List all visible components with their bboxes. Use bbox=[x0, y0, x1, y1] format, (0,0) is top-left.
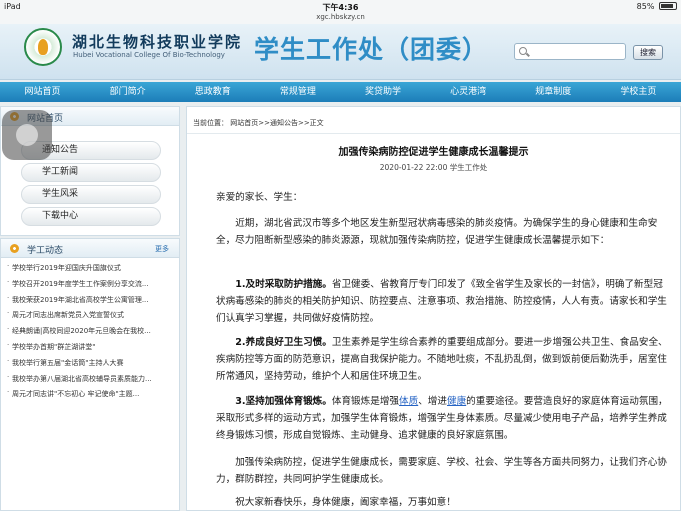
bullet-icon bbox=[10, 244, 19, 253]
nav-home[interactable]: 网站首页 bbox=[0, 82, 85, 102]
search-input[interactable] bbox=[514, 43, 626, 60]
divider bbox=[187, 133, 680, 134]
article-meta: 2020-01-22 22:00 学生工作处 bbox=[379, 163, 488, 172]
battery-indicator: 85% bbox=[637, 2, 677, 11]
paragraph-3-text-b: 、增进 bbox=[418, 396, 447, 407]
paragraph-3-text-a: 体育锻炼是增强 bbox=[331, 396, 400, 407]
site-header: 湖北生物科技职业学院 Hubei Vocational College Of B… bbox=[0, 24, 681, 80]
paragraph-3-heading: 3.坚持加强体育锻炼。 bbox=[235, 396, 332, 407]
list-item[interactable]: 我校举行第五届"金话筒"主持人大赛 bbox=[7, 358, 177, 374]
news-list: 学校举行2019年迎国庆升国旗仪式 学校召开2019年度学生工作案例分享交流..… bbox=[7, 263, 177, 405]
paragraph-4: 加强传染病防控，促进学生健康成长，需要家庭、学校、社会、学生等各方面共同努力，让… bbox=[216, 457, 667, 485]
link-health[interactable]: 健康 bbox=[447, 396, 466, 407]
list-item[interactable]: 我校荣获2019年湖北省高校学生公寓管理... bbox=[7, 295, 177, 311]
nav-aid[interactable]: 奖贷助学 bbox=[341, 82, 426, 102]
breadcrumb[interactable]: 当前位置： 网站首页>>通知公告>>正文 bbox=[193, 118, 324, 128]
battery-icon bbox=[659, 2, 677, 10]
nav-school-home[interactable]: 学校主页 bbox=[596, 82, 681, 102]
school-logo-icon[interactable] bbox=[24, 28, 62, 66]
list-item[interactable]: 学校举办首期"群芷湖讲堂" bbox=[7, 342, 177, 358]
sidebar-item-downloads[interactable]: 下载中心 bbox=[21, 207, 161, 226]
main-nav: 网站首页 部门简介 思政教育 常规管理 奖贷助学 心灵港湾 规章制度 学校主页 bbox=[0, 82, 681, 102]
school-name: 湖北生物科技职业学院 bbox=[72, 33, 243, 51]
sidebar-item-news[interactable]: 学工新闻 bbox=[21, 163, 161, 182]
greeting: 亲爱的家长、学生： bbox=[216, 192, 303, 203]
school-name-en: Hubei Vocational College Of Bio-Technolo… bbox=[73, 51, 225, 59]
closing-line: 祝大家新春快乐，身体健康，阖家幸福，万事如意！ bbox=[235, 497, 456, 508]
intro-paragraph: 近期，湖北省武汉市等多个地区发生新型冠状病毒感染的肺炎疫情。为确保学生的身心健康… bbox=[216, 218, 658, 246]
sidebar: 网站首页 通知公告 学工新闻 学生风采 下载中心 学工动态 更多 学校举行201… bbox=[0, 106, 180, 511]
more-link[interactable]: 更多 bbox=[155, 244, 169, 254]
nav-regulations[interactable]: 规章制度 bbox=[511, 82, 596, 102]
list-item[interactable]: 我校举办第八届湖北省高校辅导员素质能力... bbox=[7, 374, 177, 390]
search-icon bbox=[519, 47, 527, 55]
nav-management[interactable]: 常规管理 bbox=[255, 82, 340, 102]
news-box: 学工动态 更多 学校举行2019年迎国庆升国旗仪式 学校召开2019年度学生工作… bbox=[0, 238, 180, 511]
battery-percent: 85% bbox=[636, 2, 655, 11]
nav-about[interactable]: 部门简介 bbox=[85, 82, 170, 102]
list-item[interactable]: 周元才同志出席新党员入党宣誓仪式 bbox=[7, 310, 177, 326]
sidebar-item-showcase[interactable]: 学生风采 bbox=[21, 185, 161, 204]
news-box-header: 学工动态 更多 bbox=[1, 239, 179, 258]
news-box-title: 学工动态 bbox=[27, 246, 64, 256]
clock: 下午4:36 bbox=[322, 3, 359, 12]
list-item[interactable]: 经典朗诵|高校同迎2020年元旦晚会在我校... bbox=[7, 326, 177, 342]
paragraph-1-heading: 1.及时采取防护措施。 bbox=[235, 279, 332, 290]
article-panel: 当前位置： 网站首页>>通知公告>>正文 加强传染病防控促进学生健康成长温馨提示… bbox=[186, 106, 681, 511]
department-title: 学生工作处（团委） bbox=[254, 35, 489, 64]
paragraph-1: 1.及时采取防护措施。省卫健委、省教育厅专门印发了《致全省学生及家长的一封信》，… bbox=[216, 276, 668, 327]
list-item[interactable]: 学校召开2019年度学生工作案例分享交流... bbox=[7, 279, 177, 295]
assistive-touch-button[interactable] bbox=[2, 110, 52, 160]
nav-psychology[interactable]: 心灵港湾 bbox=[426, 82, 511, 102]
paragraph-2: 2.养成良好卫生习惯。卫生素养是学生综合素养的重要组成部分。要进一步增强公共卫生… bbox=[216, 334, 668, 385]
list-item[interactable]: 学校举行2019年迎国庆升国旗仪式 bbox=[7, 263, 177, 279]
page-title: 加强传染病防控促进学生健康成长温馨提示 bbox=[338, 147, 529, 158]
paragraph-3: 3.坚持加强体育锻炼。体育锻炼是增强体质、增进健康的重要途径。要营造良好的家庭体… bbox=[216, 393, 668, 444]
link-physique[interactable]: 体质 bbox=[399, 396, 418, 407]
ios-status-bar: iPad 下午4:36 xgc.hbskzy.cn 85% bbox=[0, 0, 681, 24]
list-item[interactable]: 周元才同志讲"不忘初心 牢记使命"主题... bbox=[7, 389, 177, 405]
search-button[interactable]: 搜索 bbox=[633, 45, 663, 60]
paragraph-2-heading: 2.养成良好卫生习惯。 bbox=[235, 337, 332, 348]
nav-ideology[interactable]: 思政教育 bbox=[170, 82, 255, 102]
address-bar[interactable]: xgc.hbskzy.cn bbox=[0, 13, 681, 21]
